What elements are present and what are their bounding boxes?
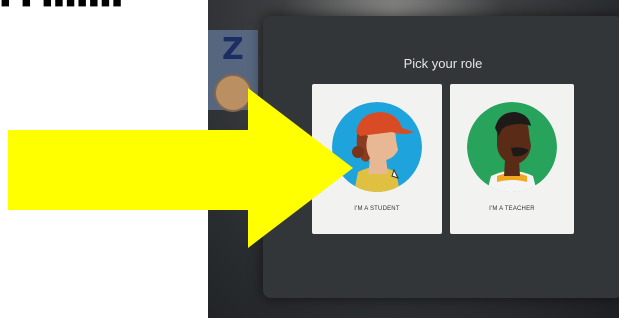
arrow-icon: [8, 88, 353, 248]
background-logo: Z: [222, 32, 244, 67]
teacher-avatar-icon: [467, 102, 557, 192]
cropped-caption-text: ▪ ▪ ▪▪▪▪▪▪▪: [0, 0, 124, 19]
teacher-role-label: I'M A TEACHER: [489, 206, 535, 212]
teacher-role-card[interactable]: I'M A TEACHER: [450, 84, 574, 234]
dialog-title: Pick your role: [403, 56, 483, 71]
